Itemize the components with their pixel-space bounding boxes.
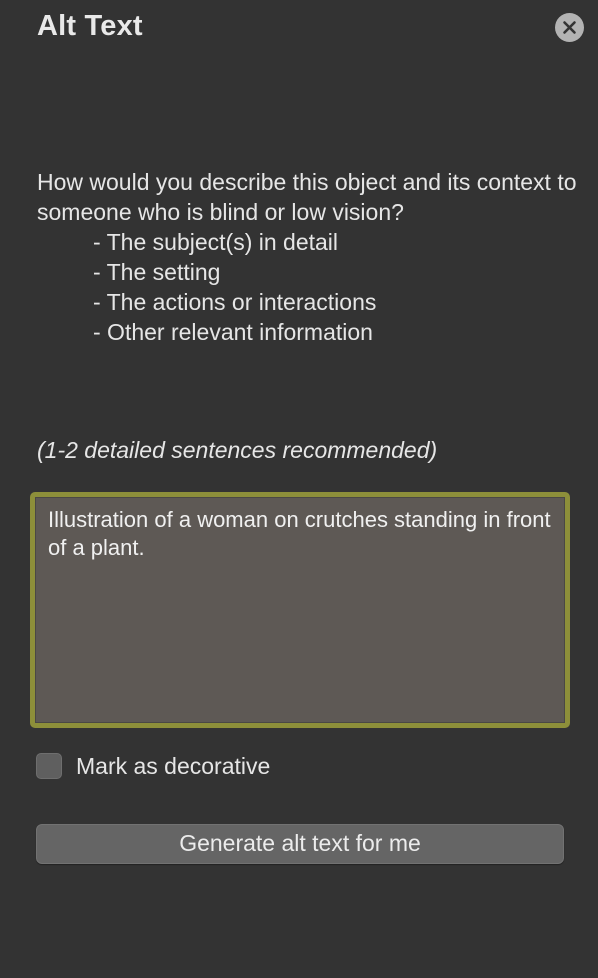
alt-text-input[interactable]: Illustration of a woman on crutches stan…	[35, 497, 565, 723]
mark-decorative-option[interactable]: Mark as decorative	[36, 751, 270, 781]
mark-decorative-label: Mark as decorative	[76, 752, 271, 779]
guidance-item: - The setting	[93, 259, 221, 285]
description-block: How would you describe this object and i…	[37, 167, 577, 347]
close-button[interactable]	[555, 13, 584, 42]
recommendation-hint: (1-2 detailed sentences recommended)	[37, 437, 438, 463]
pane-title: Alt Text	[37, 10, 143, 42]
close-icon	[563, 21, 576, 34]
guidance-item: - The subject(s) in detail	[93, 229, 339, 255]
guidance-list: - The subject(s) in detail - The setting…	[37, 227, 577, 347]
alt-text-pane: Alt Text How would you describe this obj…	[0, 0, 598, 978]
mark-decorative-checkbox[interactable]	[36, 753, 62, 779]
guidance-item: - Other relevant information	[93, 319, 373, 345]
guidance-item: - The actions or interactions	[93, 289, 377, 315]
generate-alt-text-button[interactable]: Generate alt text for me	[36, 824, 564, 864]
description-question: How would you describe this object and i…	[37, 169, 577, 225]
alt-text-field-frame: Illustration of a woman on crutches stan…	[30, 492, 570, 728]
